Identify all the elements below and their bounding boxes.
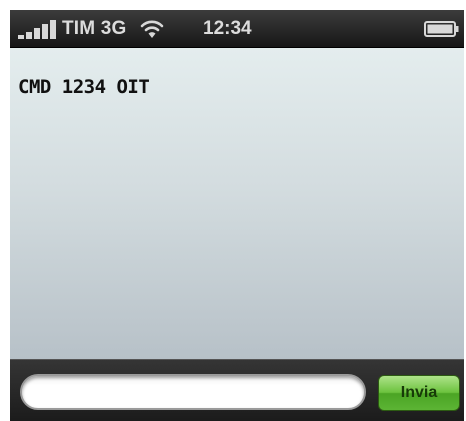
- signal-bars-icon: [18, 20, 56, 39]
- carrier-label: TIM 3G: [62, 18, 127, 39]
- status-bar: TIM 3G 12:34: [10, 10, 464, 48]
- message-input[interactable]: [20, 374, 366, 410]
- battery-icon: [424, 21, 459, 37]
- composer-bar: Invia: [10, 359, 464, 421]
- phone-screen: TIM 3G 12:34 CMD 1234 OIT Invia: [10, 10, 464, 421]
- conversation-area: CMD 1234 OIT: [10, 48, 464, 359]
- message-text: CMD 1234 OIT: [18, 76, 150, 98]
- wifi-icon: [140, 20, 164, 38]
- send-button[interactable]: Invia: [378, 375, 460, 411]
- clock: 12:34: [203, 18, 252, 39]
